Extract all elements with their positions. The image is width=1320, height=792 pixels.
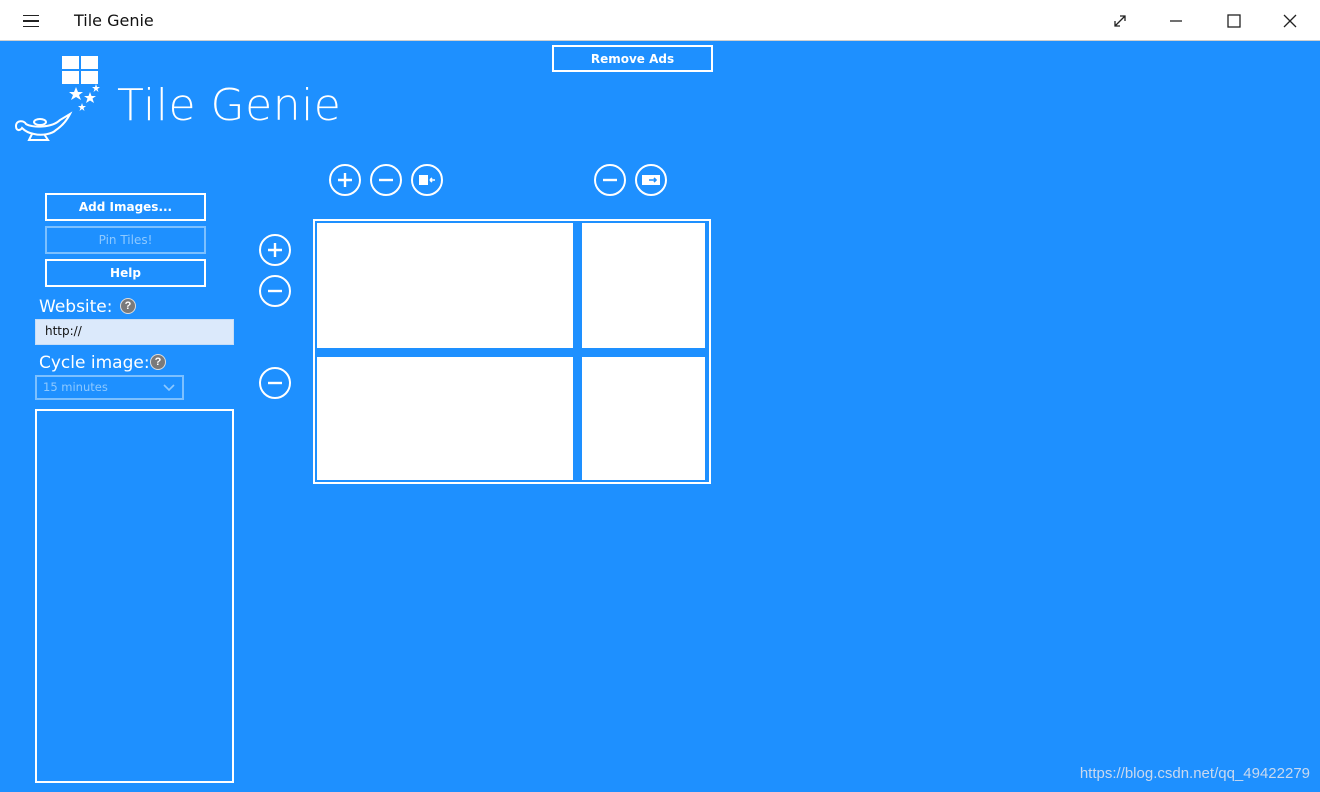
pin-tiles-button[interactable]: Pin Tiles! bbox=[45, 226, 206, 254]
remove-column-icon[interactable] bbox=[370, 164, 402, 196]
remove-icon[interactable] bbox=[594, 164, 626, 196]
tile-bottom-right[interactable] bbox=[582, 357, 705, 480]
cycle-image-value: 15 minutes bbox=[43, 380, 108, 394]
remove-row-icon-bottom[interactable] bbox=[259, 367, 291, 399]
window-title: Tile Genie bbox=[74, 11, 154, 30]
add-images-button[interactable]: Add Images... bbox=[45, 193, 206, 221]
close-icon[interactable] bbox=[1262, 0, 1318, 41]
website-label: Website: bbox=[39, 297, 113, 317]
cycle-image-label: Cycle image: bbox=[39, 353, 150, 373]
cycle-image-select[interactable]: 15 minutes bbox=[35, 375, 184, 400]
rotate-left-icon[interactable] bbox=[411, 164, 443, 196]
minimize-icon[interactable] bbox=[1148, 0, 1204, 41]
remove-ads-button[interactable]: Remove Ads bbox=[552, 45, 713, 72]
genie-lamp-logo bbox=[12, 54, 112, 144]
export-icon[interactable] bbox=[635, 164, 667, 196]
tile-bottom-left[interactable] bbox=[317, 357, 573, 480]
expand-icon[interactable] bbox=[1092, 0, 1148, 41]
title-bar: Tile Genie bbox=[0, 0, 1320, 41]
chevron-down-icon bbox=[163, 384, 175, 392]
hamburger-icon[interactable] bbox=[16, 10, 46, 32]
maximize-icon[interactable] bbox=[1206, 0, 1262, 41]
tile-top-left[interactable] bbox=[317, 223, 573, 348]
add-row-icon[interactable] bbox=[259, 234, 291, 266]
cycle-help-icon[interactable]: ? bbox=[150, 354, 166, 370]
tile-top-right[interactable] bbox=[582, 223, 705, 348]
add-column-icon[interactable] bbox=[329, 164, 361, 196]
remove-row-icon[interactable] bbox=[259, 275, 291, 307]
website-help-icon[interactable]: ? bbox=[120, 298, 136, 314]
watermark-text: https://blog.csdn.net/qq_49422279 bbox=[1079, 765, 1310, 782]
help-button[interactable]: Help bbox=[45, 259, 206, 287]
main-area: Remove Ads Tile Genie Add Images... Pin … bbox=[2, 42, 1320, 792]
app-logo-title: Tile Genie bbox=[117, 80, 342, 131]
tile-grid bbox=[313, 219, 711, 484]
website-input[interactable]: http:// bbox=[35, 319, 234, 345]
image-list[interactable] bbox=[35, 409, 234, 783]
